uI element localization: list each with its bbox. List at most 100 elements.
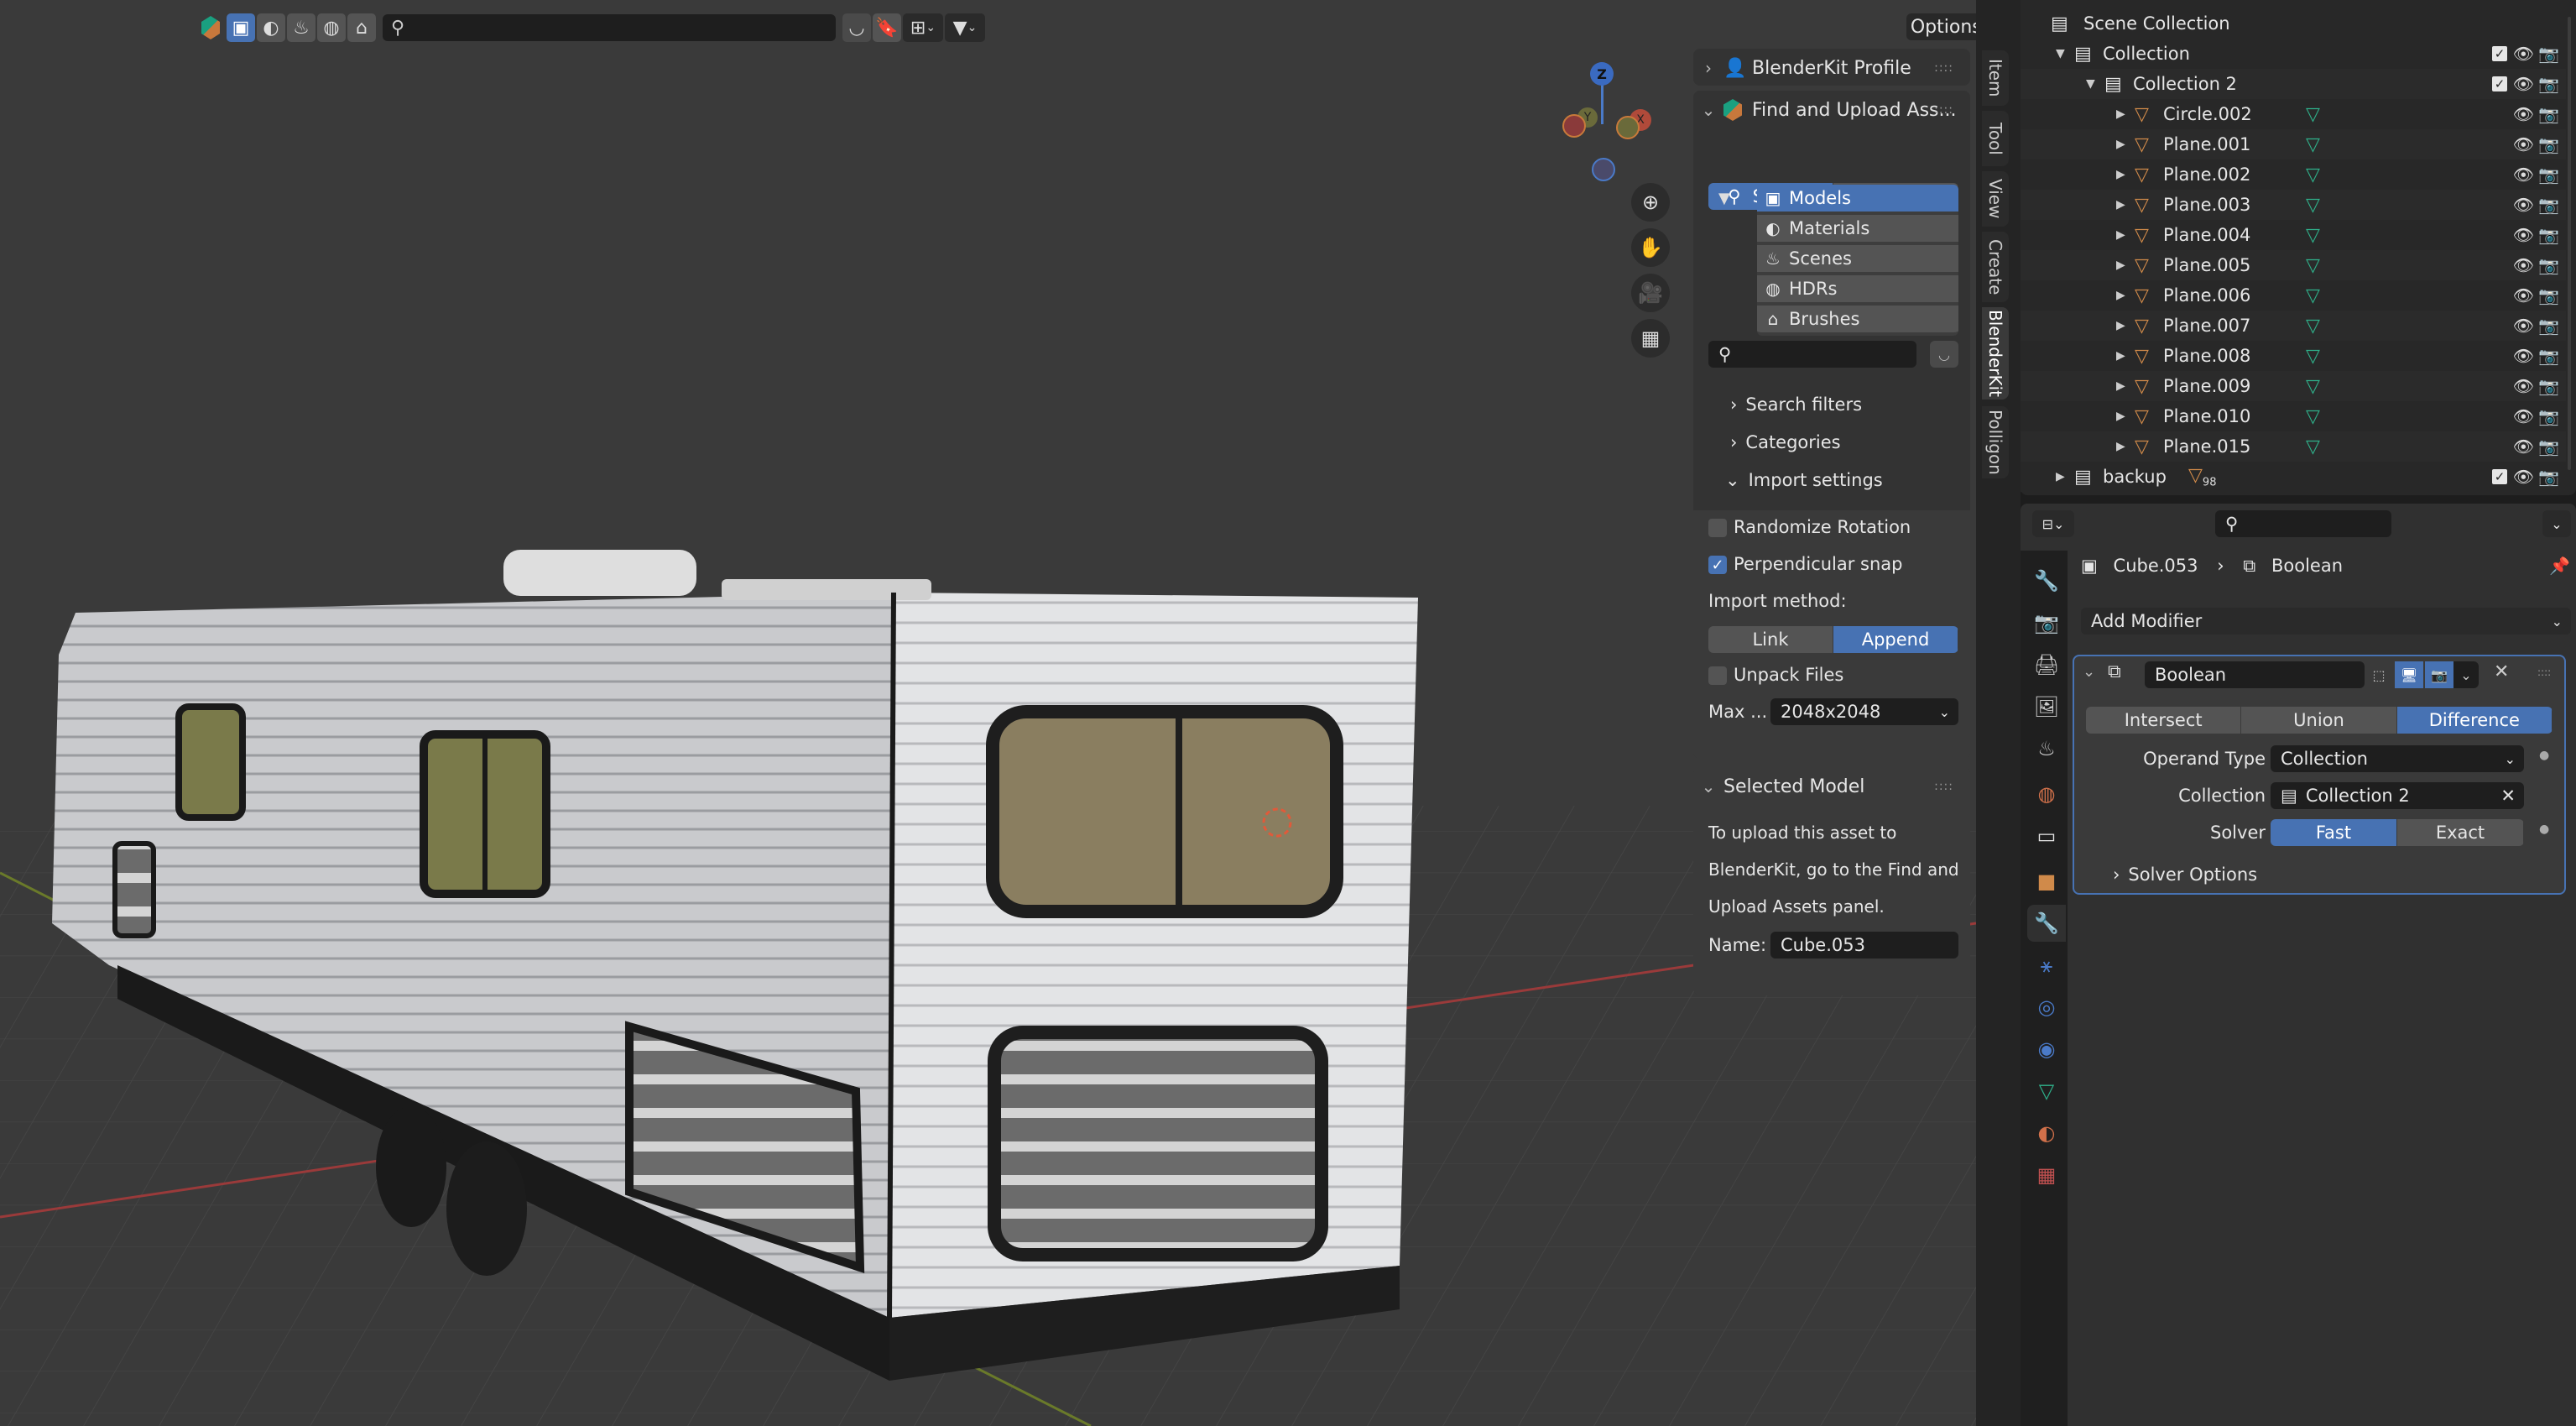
- bookmark-button[interactable]: 🔖: [873, 13, 901, 42]
- collapsed-triangle-icon[interactable]: ▶: [2116, 168, 2125, 181]
- tab-item[interactable]: Item: [1982, 50, 2009, 106]
- render-camera-icon[interactable]: 📷: [2538, 195, 2559, 215]
- collapsed-triangle-icon[interactable]: ▶: [2116, 349, 2125, 363]
- eye-icon[interactable]: 👁: [2513, 225, 2534, 245]
- mesh-data-icon[interactable]: ▽: [2306, 285, 2320, 306]
- render-camera-icon[interactable]: 📷: [2538, 165, 2559, 185]
- output-icon[interactable]: 🖨: [2027, 646, 2066, 683]
- tab-blenderkit[interactable]: BlenderKit: [1982, 307, 2009, 400]
- zoom-button[interactable]: ⊕: [1631, 183, 1670, 222]
- editor-type-dropdown[interactable]: ⊟⌄: [2032, 510, 2074, 537]
- eye-icon[interactable]: 👁: [2513, 104, 2534, 124]
- outliner-row[interactable]: ▶ ▤ backup ▽98 ✓ 👁 📷: [2021, 462, 2566, 492]
- drag-handle-icon[interactable]: ::::: [1934, 780, 1953, 793]
- render-camera-icon[interactable]: 📷: [2538, 376, 2559, 396]
- difference-option[interactable]: Difference: [2396, 707, 2553, 734]
- eye-icon[interactable]: 👁: [2513, 134, 2534, 154]
- mode-hdrs-button[interactable]: ◍: [317, 13, 346, 42]
- eye-icon[interactable]: 👁: [2513, 255, 2534, 275]
- texture-icon[interactable]: ▦: [2027, 1157, 2066, 1194]
- camera-view-button[interactable]: 🎥: [1631, 274, 1670, 312]
- asset-type-brushes[interactable]: ⌂ Brushes: [1757, 306, 1958, 336]
- tool-icon[interactable]: 🔧: [2027, 562, 2066, 599]
- mesh-data-icon[interactable]: ▽: [2306, 376, 2320, 397]
- union-option[interactable]: Union: [2241, 707, 2397, 734]
- render-camera-icon[interactable]: 📷: [2538, 104, 2559, 124]
- outliner-row[interactable]: ▶ ▽ Circle.002 ▽ 👁 📷: [2021, 99, 2566, 129]
- pan-button[interactable]: ✋: [1631, 228, 1670, 267]
- mesh-data-icon[interactable]: ▽: [2306, 255, 2320, 276]
- outliner-row[interactable]: ▶ ▽ Plane.015 ▽ 👁 📷: [2021, 431, 2566, 462]
- keyframe-dot-icon[interactable]: ●: [2539, 823, 2549, 836]
- render-camera-icon[interactable]: 📷: [2538, 346, 2559, 366]
- outliner-row[interactable]: ▶ ▽ Plane.006 ▽ 👁 📷: [2021, 280, 2566, 311]
- z-axis-button[interactable]: Z: [1590, 62, 1614, 86]
- viewport-display-toggle[interactable]: 🖥: [2395, 661, 2423, 688]
- eye-icon[interactable]: 👁: [2513, 376, 2534, 396]
- tab-polligon[interactable]: Polligon: [1982, 406, 2009, 478]
- render-camera-icon[interactable]: 📷: [2538, 225, 2559, 245]
- neg-y-axis-button[interactable]: [1616, 116, 1640, 139]
- collection-field[interactable]: ▤ Collection 2 ✕: [2271, 782, 2524, 809]
- breadcrumb-modifier[interactable]: Boolean: [2271, 556, 2343, 576]
- smile-button[interactable]: ◡: [1930, 341, 1958, 368]
- options-dropdown[interactable]: Options ⌄: [1906, 13, 1976, 40]
- collection-icon[interactable]: ▭: [2027, 817, 2066, 854]
- collapse-chevron-icon[interactable]: ⌄: [2083, 663, 2095, 681]
- render-toggle[interactable]: 📷: [2425, 661, 2453, 688]
- outliner-row[interactable]: ▶ ▽ Plane.009 ▽ 👁 📷: [2021, 371, 2566, 401]
- eye-icon[interactable]: 👁: [2513, 346, 2534, 366]
- collapsed-triangle-icon[interactable]: ▶: [2116, 410, 2125, 423]
- render-camera-icon[interactable]: 📷: [2538, 406, 2559, 426]
- filter-dropdown[interactable]: ▼ ⌄: [945, 13, 985, 42]
- render-camera-icon[interactable]: 📷: [2538, 134, 2559, 154]
- link-option[interactable]: Link: [1708, 626, 1833, 653]
- drag-handle-icon[interactable]: ::::: [1934, 61, 1953, 75]
- outliner-row[interactable]: ▶ ▽ Plane.010 ▽ 👁 📷: [2021, 401, 2566, 431]
- outliner-row[interactable]: ▶ ▽ Plane.008 ▽ 👁 📷: [2021, 341, 2566, 371]
- outliner-row[interactable]: ▶ ▽ Plane.003 ▽ 👁 📷: [2021, 190, 2566, 220]
- expanded-triangle-icon[interactable]: ▼: [2056, 47, 2065, 60]
- exclude-checkbox[interactable]: ✓: [2492, 469, 2507, 484]
- append-option[interactable]: Append: [1833, 626, 1958, 653]
- edit-mode-toggle[interactable]: ⬚: [2365, 661, 2393, 688]
- render-camera-icon[interactable]: 📷: [2538, 285, 2559, 306]
- scene-icon[interactable]: ♨: [2027, 730, 2066, 767]
- blenderkit-logo-icon[interactable]: [201, 16, 220, 39]
- keyframe-dot-icon[interactable]: ●: [2539, 749, 2549, 762]
- panel-search-input[interactable]: ⚲: [1708, 341, 1916, 368]
- drag-handle-icon[interactable]: ::::: [2537, 666, 2551, 678]
- asset-type-models[interactable]: ▣ Models: [1757, 185, 1958, 215]
- collapsed-triangle-icon[interactable]: ▶: [2116, 319, 2125, 332]
- collapsed-triangle-icon[interactable]: ▶: [2116, 440, 2125, 453]
- perspective-toggle-button[interactable]: ▦: [1631, 319, 1670, 358]
- collapsed-triangle-icon[interactable]: ▶: [2116, 198, 2125, 212]
- render-camera-icon[interactable]: 📷: [2538, 316, 2559, 336]
- hierarchy-dropdown[interactable]: ⊞ ⌄: [903, 13, 943, 42]
- operand-type-dropdown[interactable]: Collection ⌄: [2271, 745, 2524, 772]
- randomize-rotation-checkbox[interactable]: [1708, 519, 1727, 537]
- collapsed-triangle-icon[interactable]: ▶: [2116, 107, 2125, 121]
- add-modifier-dropdown[interactable]: Add Modifier ⌄: [2081, 608, 2571, 635]
- categories-toggle[interactable]: › Categories: [1730, 432, 1841, 452]
- exclude-checkbox[interactable]: ✓: [2492, 76, 2507, 91]
- expanded-triangle-icon[interactable]: ▼: [2086, 77, 2095, 91]
- outliner-row[interactable]: ▶ ▽ Plane.001 ▽ 👁 📷: [2021, 129, 2566, 159]
- mesh-data-icon[interactable]: ▽: [2306, 225, 2320, 246]
- profile-header[interactable]: › 👤 BlenderKit Profile ::::: [1693, 49, 1970, 87]
- mesh-data-icon[interactable]: ▽: [2306, 195, 2320, 216]
- import-settings-toggle[interactable]: ⌄ Import settings: [1725, 470, 1883, 490]
- object-icon[interactable]: ■: [2027, 863, 2066, 900]
- outliner-row[interactable]: ▶ ▽ Plane.007 ▽ 👁 📷: [2021, 311, 2566, 341]
- render-camera-icon[interactable]: 📷: [2538, 255, 2559, 275]
- mode-materials-button[interactable]: ◐: [257, 13, 285, 42]
- mesh-data-icon[interactable]: ▽: [2306, 406, 2320, 427]
- outliner-row[interactable]: ▶ ▽ Plane.004 ▽ 👁 📷: [2021, 220, 2566, 250]
- unpack-files-checkbox[interactable]: [1708, 666, 1727, 685]
- eye-icon[interactable]: 👁: [2513, 285, 2534, 306]
- close-icon[interactable]: ✕: [2494, 661, 2509, 682]
- mesh-data-icon[interactable]: ▽: [2027, 1073, 2066, 1110]
- asset-search-input[interactable]: ⚲: [383, 14, 836, 41]
- collapsed-triangle-icon[interactable]: ▶: [2116, 228, 2125, 242]
- mesh-data-icon[interactable]: ▽: [2306, 316, 2320, 337]
